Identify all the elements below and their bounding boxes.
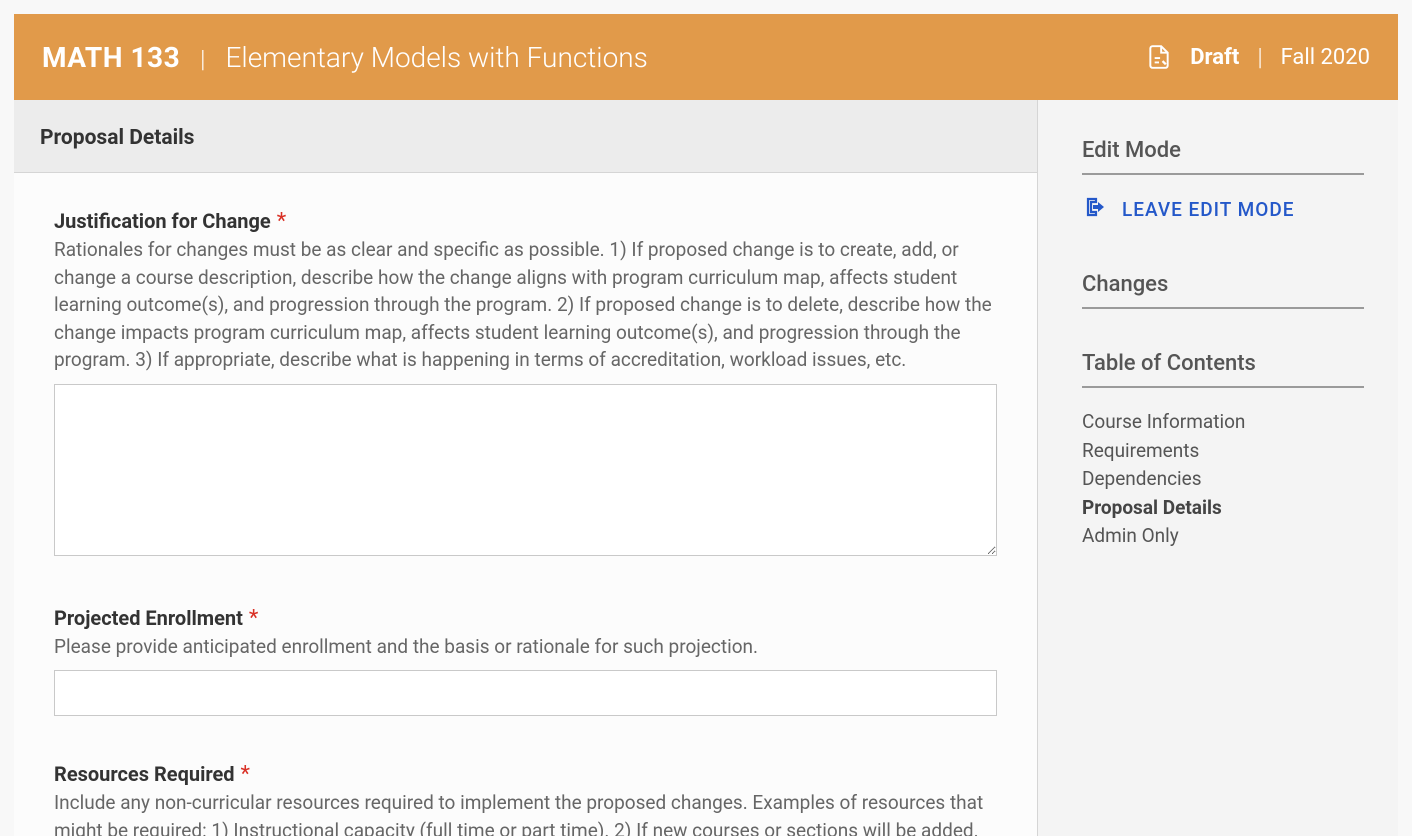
toc-item-requirements[interactable]: Requirements (1082, 437, 1364, 466)
toc-item-dependencies[interactable]: Dependencies (1082, 465, 1364, 494)
required-star-icon: * (241, 762, 250, 787)
course-title: Elementary Models with Functions (225, 41, 647, 74)
document-edit-icon (1146, 44, 1172, 70)
main-panel: Proposal Details Justification for Chang… (14, 100, 1038, 836)
enrollment-input[interactable] (54, 670, 997, 716)
field-resources: Resources Required * Include any non-cur… (54, 762, 997, 836)
sidebar-toc: Table of Contents Course Information Req… (1082, 351, 1364, 551)
toc-item-proposal-details[interactable]: Proposal Details (1082, 494, 1364, 523)
toc-item-course-information[interactable]: Course Information (1082, 408, 1364, 437)
changes-title: Changes (1082, 272, 1364, 309)
toc-title: Table of Contents (1082, 351, 1364, 388)
leave-edit-label: LEAVE EDIT MODE (1122, 198, 1295, 221)
justification-help: Rationales for changes must be as clear … (54, 236, 997, 374)
sidebar: Edit Mode LEAVE EDIT MODE Changes Table … (1038, 100, 1398, 836)
field-justification: Justification for Change * Rationales fo… (54, 209, 997, 560)
sidebar-edit-mode: Edit Mode LEAVE EDIT MODE (1082, 138, 1364, 224)
required-star-icon: * (277, 209, 286, 234)
leave-edit-mode-button[interactable]: LEAVE EDIT MODE (1082, 195, 1364, 224)
enrollment-help: Please provide anticipated enrollment an… (54, 633, 997, 661)
form-body: Justification for Change * Rationales fo… (14, 173, 1037, 836)
section-header: Proposal Details (14, 100, 1037, 173)
edit-mode-title: Edit Mode (1082, 138, 1364, 175)
page-header: MATH 133 | Elementary Models with Functi… (14, 14, 1398, 100)
required-star-icon: * (249, 606, 258, 631)
toc-item-admin-only[interactable]: Admin Only (1082, 522, 1364, 551)
course-code: MATH 133 (42, 41, 180, 74)
sidebar-changes: Changes (1082, 272, 1364, 309)
section-title: Proposal Details (40, 126, 1011, 150)
resources-help: Include any non-curricular resources req… (54, 789, 997, 836)
field-enrollment: Projected Enrollment * Please provide an… (54, 606, 997, 717)
justification-label: Justification for Change (54, 209, 271, 233)
resources-label: Resources Required (54, 762, 235, 786)
header-divider-right: | (1257, 43, 1262, 71)
header-left: MATH 133 | Elementary Models with Functi… (42, 41, 648, 74)
toc-list: Course Information Requirements Dependen… (1082, 408, 1364, 551)
justification-input[interactable] (54, 384, 997, 556)
enrollment-label: Projected Enrollment (54, 606, 243, 630)
header-divider-left: | (200, 45, 205, 73)
header-right: Draft | Fall 2020 (1146, 43, 1370, 71)
term-label: Fall 2020 (1281, 45, 1370, 70)
status-label: Draft (1190, 45, 1239, 70)
exit-icon (1084, 195, 1108, 224)
